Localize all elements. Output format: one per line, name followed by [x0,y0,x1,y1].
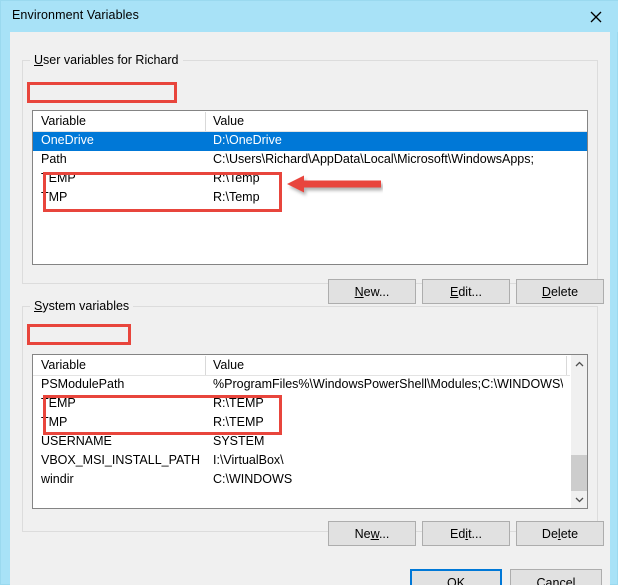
system-variable-row[interactable]: VBOX_MSI_INSTALL_PATH I:\VirtualBox\ [33,452,587,471]
system-new-button[interactable]: New... [328,521,416,546]
system-variable-row[interactable]: TMP R:\TEMP [33,414,587,433]
user-variable-value-cell: D:\OneDrive [213,133,282,147]
user-new-button[interactable]: New... [328,279,416,304]
user-variable-value-cell: R:\Temp [213,171,260,185]
scrollbar-thumb[interactable] [571,455,587,491]
user-column-variable[interactable]: Variable [41,114,86,128]
system-variable-value-cell: C:\WINDOWS [213,472,293,486]
ok-label: OK [446,575,466,585]
system-variables-legend: System variables [30,299,134,313]
system-header-divider [205,356,206,375]
system-variable-variable-cell: TMP [41,415,68,429]
system-edit-button[interactable]: Edit... [422,521,510,546]
user-variable-row[interactable]: TMP R:\Temp [33,189,587,208]
title-bar[interactable]: Environment Variables [1,1,618,32]
user-variable-variable-cell: Path [41,152,67,166]
system-variable-row[interactable]: USERNAME SYSTEM [33,433,587,452]
system-delete-button[interactable]: Delete [516,521,604,546]
system-column-variable[interactable]: Variable [41,358,86,372]
system-variable-row[interactable]: PSModulePath %ProgramFiles%\WindowsPowerS… [33,376,587,395]
system-variables-list[interactable]: Variable Value PSModulePath %ProgramFiles… [32,354,588,509]
system-variable-row[interactable]: TEMP R:\TEMP [33,395,587,414]
user-variable-variable-cell: TMP [41,190,68,204]
chevron-up-icon[interactable] [571,355,587,372]
user-variable-row[interactable]: TEMP R:\Temp [33,170,587,189]
system-column-value[interactable]: Value [213,358,244,372]
system-variable-variable-cell: PSModulePath [41,377,125,391]
user-column-value[interactable]: Value [213,114,244,128]
system-new-label: New... [354,526,390,541]
cancel-label: Cancel [536,575,576,585]
user-variable-value-cell: R:\Temp [213,190,260,204]
system-list-header: Variable Value [33,355,587,376]
system-variable-row[interactable]: windir C:\WINDOWS [33,471,587,490]
system-variable-value-cell: R:\TEMP [213,396,264,410]
user-variable-variable-cell: TEMP [41,171,76,185]
system-variable-variable-cell: TEMP [41,396,76,410]
system-variable-variable-cell: VBOX_MSI_INSTALL_PATH [41,453,201,467]
user-variable-row[interactable]: Path C:\Users\Richard\AppData\Local\Micro… [33,151,587,170]
user-legend-mnemonic: U [34,53,44,67]
user-edit-button[interactable]: Edit... [422,279,510,304]
system-variable-value-cell: R:\TEMP [213,415,264,429]
user-variables-legend: User variables for Richard [30,53,183,67]
user-variables-list[interactable]: Variable Value OneDrive D:\OneDrive Path C:… [32,110,588,265]
system-legend-rest: ystem variables [42,299,130,313]
dialog-client-area: User variables for Richard Variable Valu… [10,32,610,585]
system-header-divider-right [566,356,567,375]
user-edit-label: Edit... [450,284,482,299]
close-icon[interactable] [573,1,618,32]
user-list-header: Variable Value [33,111,587,132]
user-header-divider [205,112,206,131]
environment-variables-dialog: Environment Variables User variables for… [0,0,618,585]
system-list-body: PSModulePath %ProgramFiles%\WindowsPowerS… [33,376,587,490]
system-variable-value-cell: %ProgramFiles%\WindowsPowerShell\Modules… [213,377,563,391]
system-edit-label: Edit... [450,526,482,541]
ok-button[interactable]: OK [410,569,502,585]
system-variable-variable-cell: windir [41,472,74,486]
system-delete-label: Delete [541,526,579,541]
system-variable-value-cell: SYSTEM [213,434,265,448]
cancel-button[interactable]: Cancel [510,569,602,585]
system-list-scrollbar[interactable] [570,355,587,508]
user-variable-row[interactable]: OneDrive D:\OneDrive [33,132,587,151]
user-delete-button[interactable]: Delete [516,279,604,304]
user-delete-label: Delete [541,284,579,299]
chevron-down-icon[interactable] [571,491,587,508]
user-list-body: OneDrive D:\OneDrive Path C:\Users\Richard\… [33,132,587,208]
window-title: Environment Variables [12,8,139,22]
user-variable-value-cell: C:\Users\Richard\AppData\Local\Microsoft… [213,152,534,166]
system-variable-variable-cell: USERNAME [41,434,112,448]
user-new-label: New... [354,284,390,299]
user-legend-rest: ser variables for Richard [43,53,179,67]
user-variable-variable-cell: OneDrive [41,133,94,147]
system-variable-value-cell: I:\VirtualBox\ [213,453,284,467]
